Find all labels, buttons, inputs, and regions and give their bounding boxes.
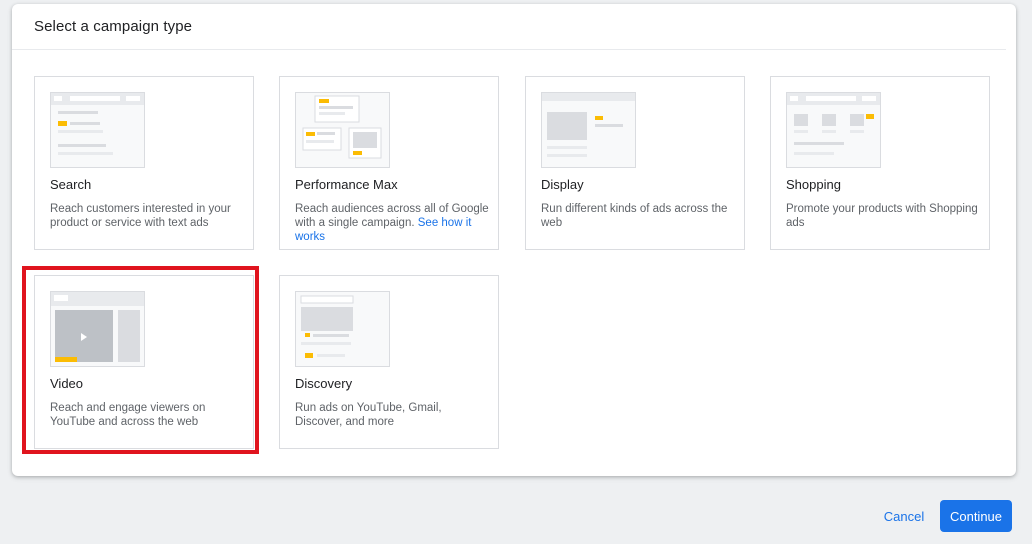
shopping-ad-illustration-icon (786, 92, 881, 168)
card-title: Shopping (786, 177, 841, 192)
card-description: Reach audiences across all of Google wit… (295, 202, 490, 244)
video-ad-illustration-icon (50, 291, 145, 367)
dialog-title: Select a campaign type (34, 18, 193, 35)
card-title: Discovery (295, 376, 353, 391)
cancel-button[interactable]: Cancel (872, 502, 936, 530)
performance-max-illustration-icon (295, 92, 390, 168)
card-description: Reach customers interested in your produ… (50, 203, 231, 229)
campaign-card-display[interactable]: Display Run different kinds of ads acros… (525, 76, 745, 250)
search-ad-illustration-icon (50, 92, 145, 168)
card-title: Video (50, 376, 84, 391)
card-description: Promote your products with Shopping ads (786, 203, 978, 229)
campaign-card-discovery[interactable]: Discovery Run ads on YouTube, Gmail, Dis… (279, 275, 499, 449)
card-title: Display (541, 177, 584, 192)
card-title: Search (50, 177, 92, 192)
card-description: Run different kinds of ads across the we… (541, 203, 728, 229)
campaign-card-video[interactable]: Video Reach and engage viewers on YouTub… (34, 275, 254, 449)
title-divider (12, 49, 1006, 50)
discovery-ad-illustration-icon (295, 291, 390, 367)
card-description: Run ads on YouTube, Gmail, Discover, and… (295, 402, 442, 428)
campaign-type-dialog: Select a campaign type Search Reach cust… (12, 4, 1016, 476)
card-description: Reach and engage viewers on YouTube and … (50, 402, 206, 428)
continue-button[interactable]: Continue (940, 500, 1012, 532)
campaign-card-shopping[interactable]: Shopping Promote your products with Shop… (770, 76, 990, 250)
card-title: Performance Max (295, 177, 398, 192)
campaign-card-search[interactable]: Search Reach customers interested in you… (34, 76, 254, 250)
campaign-card-performance-max[interactable]: Performance Max Reach audiences across a… (279, 76, 499, 250)
display-ad-illustration-icon (541, 92, 636, 168)
